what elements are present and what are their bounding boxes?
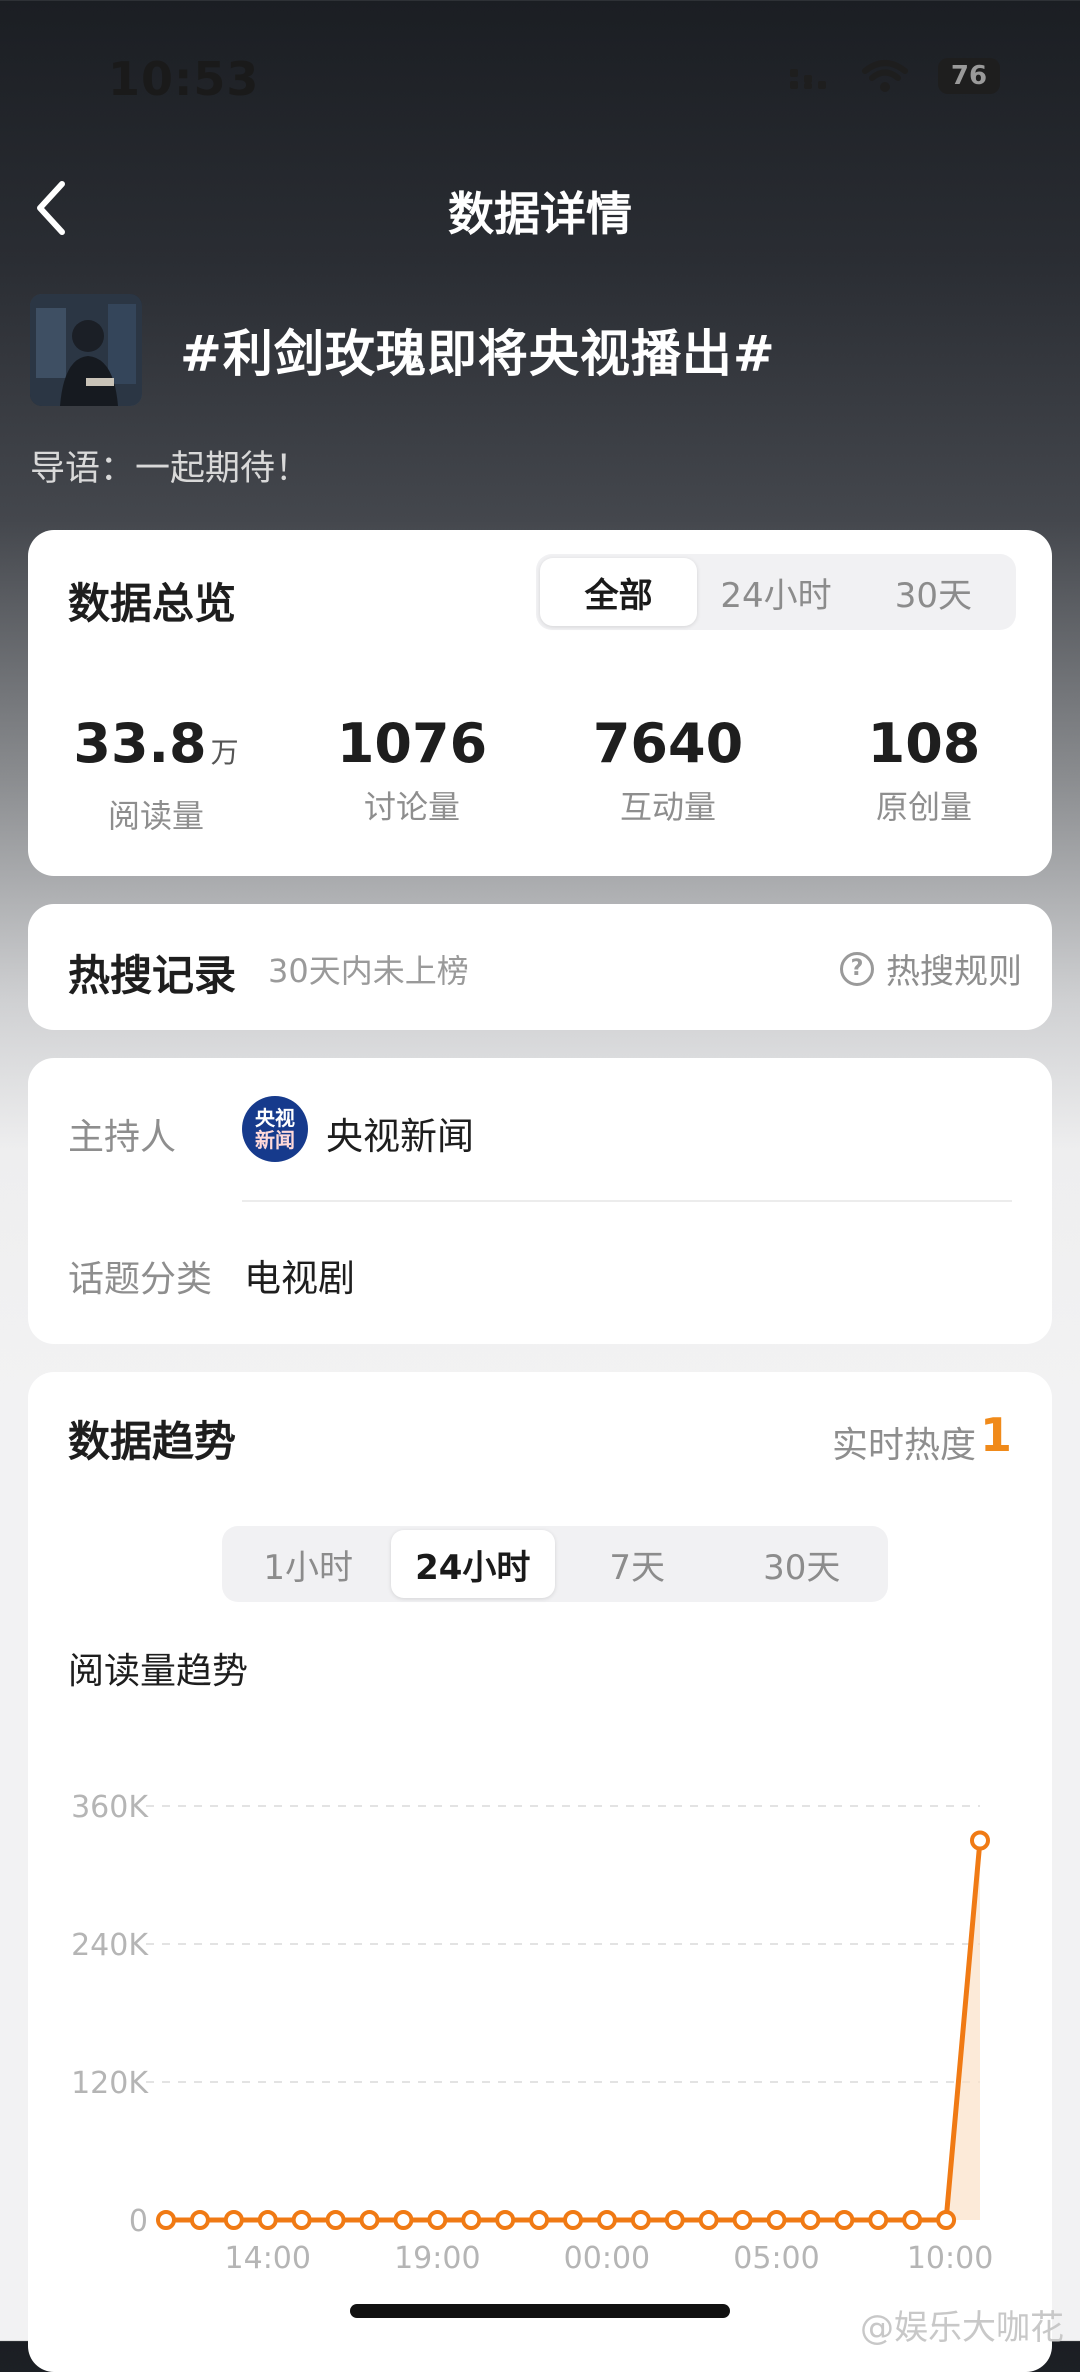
stat-discussions-value: 1076 bbox=[336, 712, 488, 775]
data-point bbox=[427, 2210, 448, 2230]
watermark-text: @娱乐大咖花 bbox=[860, 2308, 1064, 2348]
trend-tab-24h[interactable]: 24小时 bbox=[390, 1530, 555, 1598]
overview-range-tabs: 全部 24小时 30天 bbox=[536, 554, 1016, 630]
data-point bbox=[664, 2210, 685, 2230]
stat-originals-label: 原创量 bbox=[875, 788, 972, 826]
data-point bbox=[596, 2210, 617, 2230]
overview-tab-24h[interactable]: 24小时 bbox=[697, 558, 854, 626]
hot-search-rules-label: 热搜规则 bbox=[886, 952, 1022, 992]
category-label: 话题分类 bbox=[68, 1259, 213, 1300]
data-point bbox=[189, 2210, 210, 2230]
data-point bbox=[630, 2210, 651, 2230]
info-divider bbox=[242, 1200, 1012, 1202]
data-point bbox=[461, 2210, 482, 2230]
data-point bbox=[970, 1830, 990, 1851]
data-point bbox=[156, 2210, 176, 2230]
stat-reads-label: 阅读量 bbox=[107, 797, 204, 835]
data-point bbox=[223, 2210, 244, 2230]
data-point bbox=[563, 2210, 583, 2230]
status-icons: 76 bbox=[790, 58, 1000, 94]
trend-card: 数据趋势 实时热度 1 1小时 24小时 7天 30天 阅读量趋势 360K 24… bbox=[28, 1372, 1052, 2372]
series-line bbox=[166, 1840, 983, 2223]
trend-tab-30d[interactable]: 30天 bbox=[720, 1530, 885, 1598]
stat-discussions-label: 讨论量 bbox=[363, 788, 460, 826]
chart-title: 阅读量趋势 bbox=[68, 1651, 249, 1692]
stat-interactions-label: 互动量 bbox=[619, 788, 716, 826]
data-point bbox=[732, 2210, 753, 2230]
data-point bbox=[698, 2210, 719, 2230]
data-point bbox=[936, 2210, 957, 2230]
trend-range-tabs: 1小时 24小时 7天 30天 bbox=[222, 1526, 888, 1602]
data-point bbox=[359, 2210, 380, 2230]
x-tick-label: 14:00 bbox=[225, 2241, 311, 2276]
person-photo-icon bbox=[30, 294, 142, 406]
realtime-heat-value: 1 bbox=[979, 1408, 1012, 1462]
read-trend-chart: 360K 240K 120K 0 14:00 19:00 00:00 05:00 10:00 bbox=[71, 1790, 993, 2276]
y-tick-label: 240K bbox=[71, 1928, 149, 1963]
stat-reads-unit: 万 bbox=[210, 736, 239, 769]
status-time: 10:53 bbox=[108, 52, 260, 106]
x-tick-label: 10:00 bbox=[907, 2241, 993, 2276]
stat-discussions: 1076 讨论量 bbox=[284, 712, 540, 837]
stat-originals: 108 原创量 bbox=[796, 712, 1052, 837]
overview-tab-all[interactable]: 全部 bbox=[540, 558, 698, 626]
data-point bbox=[800, 2210, 821, 2230]
overview-tab-30d[interactable]: 30天 bbox=[855, 558, 1012, 626]
y-tick-label: 360K bbox=[71, 1790, 149, 1825]
host-logo-text-top: 央视 bbox=[255, 1106, 295, 1130]
data-point bbox=[257, 2210, 278, 2230]
data-point bbox=[902, 2210, 923, 2230]
stat-originals-value: 108 bbox=[867, 712, 981, 775]
hot-search-status: 30天内未上榜 bbox=[268, 952, 469, 990]
wifi-icon bbox=[862, 60, 908, 92]
x-tick-label: 05:00 bbox=[733, 2241, 819, 2276]
data-point bbox=[834, 2210, 855, 2230]
data-point bbox=[868, 2210, 889, 2230]
page-title: 数据详情 bbox=[448, 187, 632, 241]
data-point bbox=[766, 2210, 787, 2230]
trend-tab-7d[interactable]: 7天 bbox=[555, 1530, 720, 1598]
host-logo-text-bottom: 新闻 bbox=[255, 1128, 295, 1152]
overview-card: 数据总览 全部 24小时 30天 33.8 万 阅读量 1076 讨论量 7640… bbox=[28, 530, 1052, 876]
topic-info-card: 主持人 央视 新闻 央视新闻 话题分类 电视剧 bbox=[28, 1058, 1052, 1344]
stat-reads: 33.8 万 阅读量 bbox=[28, 712, 284, 837]
topic-title: #利剑玫瑰即将央视播出# bbox=[180, 325, 776, 383]
question-icon: ? bbox=[840, 951, 874, 986]
overview-stats: 33.8 万 阅读量 1076 讨论量 7640 互动量 108 原创量 bbox=[28, 712, 1052, 837]
overview-title: 数据总览 bbox=[68, 579, 237, 628]
stat-reads-value: 33.8 bbox=[73, 712, 207, 775]
data-point bbox=[529, 2210, 550, 2230]
category-value: 电视剧 bbox=[244, 1257, 355, 1300]
host-logo[interactable]: 央视 新闻 bbox=[242, 1096, 308, 1162]
x-tick-label: 00:00 bbox=[564, 2241, 650, 2276]
signal-icon bbox=[790, 69, 826, 89]
y-tick-label: 0 bbox=[129, 2204, 148, 2239]
host-label: 主持人 bbox=[68, 1117, 177, 1158]
hot-search-rules-link[interactable]: ? 热搜规则 bbox=[840, 944, 1022, 993]
realtime-heat-label: 实时热度 bbox=[831, 1425, 976, 1466]
stat-interactions-value: 7640 bbox=[592, 712, 744, 775]
topic-intro: 导语：一起期待！ bbox=[30, 449, 311, 489]
y-tick-label: 120K bbox=[71, 2066, 149, 2101]
data-point bbox=[495, 2210, 516, 2230]
topic-avatar bbox=[30, 294, 142, 406]
hot-search-title: 热搜记录 bbox=[68, 951, 237, 1000]
data-point bbox=[325, 2210, 346, 2230]
battery-icon: 76 bbox=[938, 58, 1000, 94]
hot-search-card: 热搜记录 30天内未上榜 ? 热搜规则 bbox=[28, 904, 1052, 1030]
trend-title: 数据趋势 bbox=[68, 1417, 237, 1466]
data-point bbox=[291, 2210, 312, 2230]
stat-interactions: 7640 互动量 bbox=[540, 712, 796, 837]
x-tick-label: 19:00 bbox=[394, 2241, 480, 2276]
trend-tab-1h[interactable]: 1小时 bbox=[226, 1530, 391, 1598]
host-name[interactable]: 央视新闻 bbox=[326, 1106, 474, 1160]
home-indicator bbox=[350, 2304, 730, 2318]
data-point bbox=[393, 2210, 414, 2230]
